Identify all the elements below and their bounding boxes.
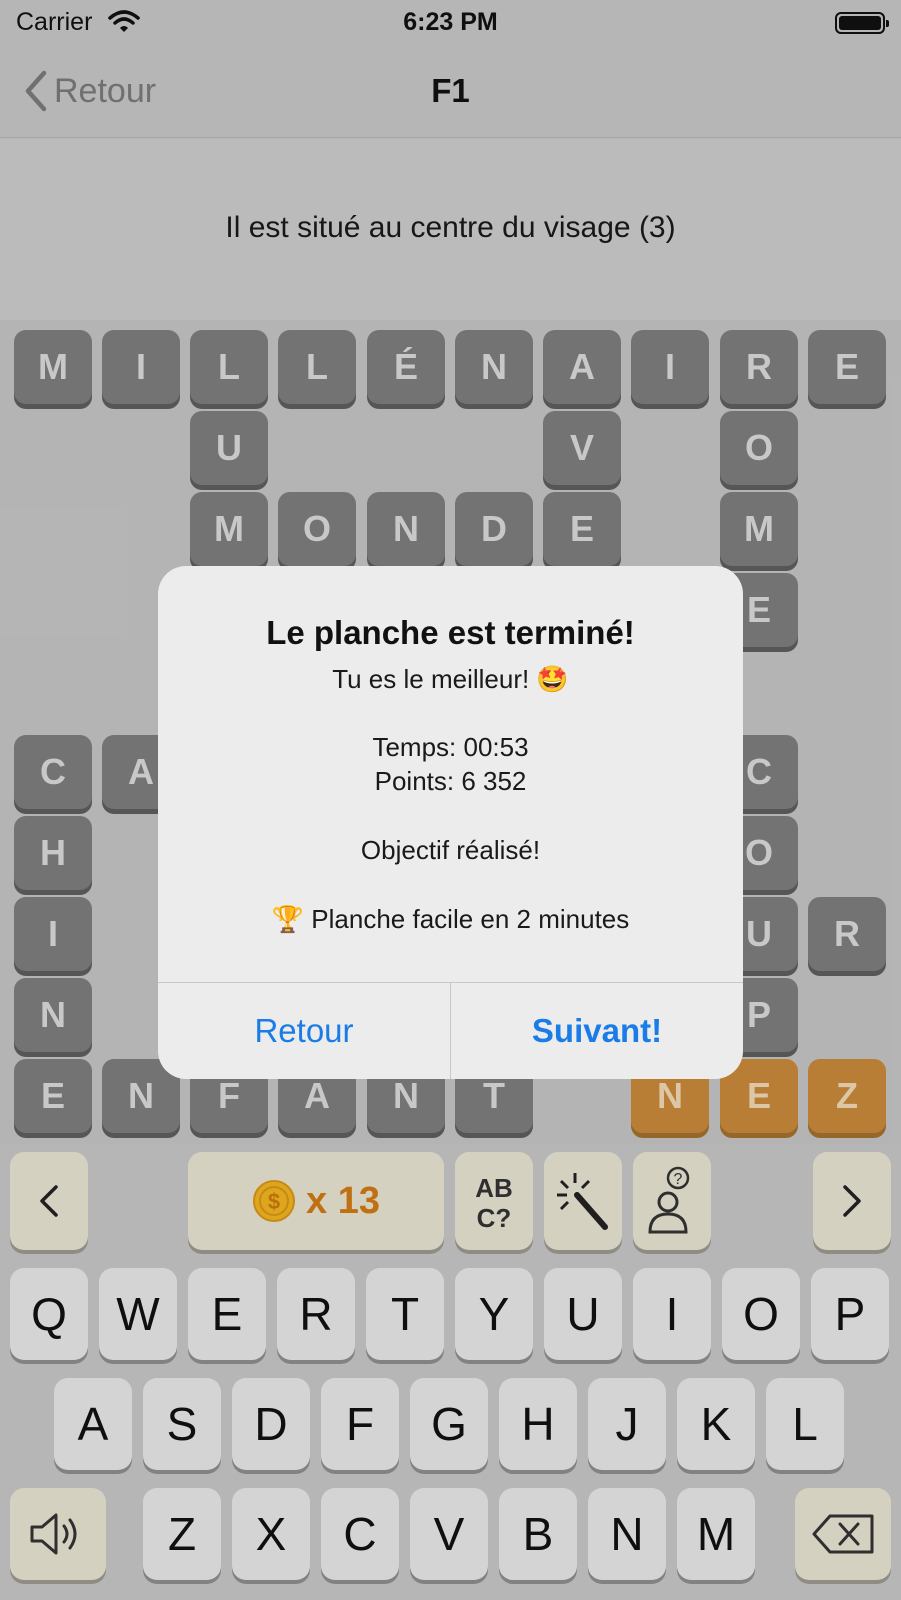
dialog-subtitle: Tu es le meilleur! 🤩 bbox=[332, 664, 569, 694]
dialog-back-button[interactable]: Retour bbox=[158, 983, 450, 1079]
points-result: Points: 6 352 bbox=[374, 766, 527, 796]
dialog-next-button[interactable]: Suivant! bbox=[451, 983, 743, 1079]
screen: Carrier 6:23 PM Retour F1 Il est situé a… bbox=[0, 0, 901, 1600]
time-result: Temps: 00:53 bbox=[372, 732, 529, 762]
achievement-label: 🏆 Planche facile en 2 minutes bbox=[271, 904, 630, 934]
objective-status: Objectif réalisé! bbox=[360, 835, 541, 865]
completion-dialog: Le planche est terminé! Tu es le meilleu… bbox=[158, 566, 743, 1079]
dialog-actions: Retour Suivant! bbox=[158, 982, 743, 1079]
dialog-title: Le planche est terminé! bbox=[266, 614, 635, 651]
